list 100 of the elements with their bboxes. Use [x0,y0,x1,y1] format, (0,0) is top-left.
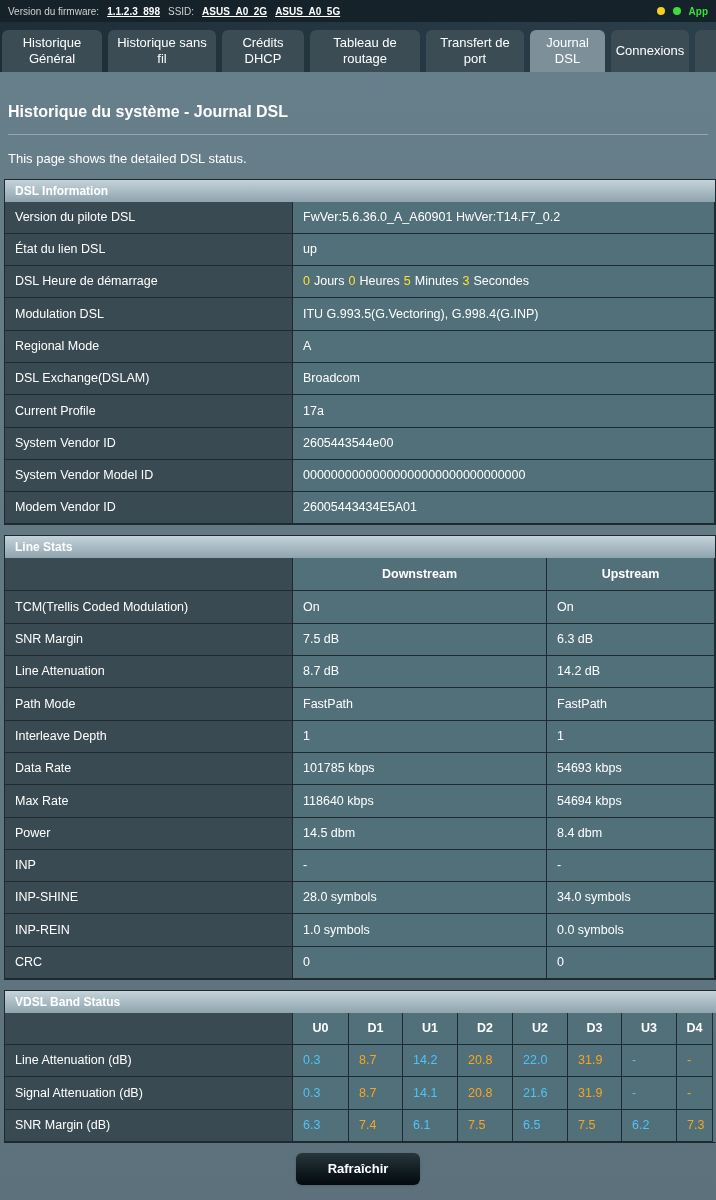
row-value: 28.0 symbols [293,882,547,915]
column-header: D2 [458,1013,513,1046]
band-value: 7.5 [578,1116,596,1134]
row-label: DSL Exchange(DSLAM) [5,363,293,396]
row-value: 34.0 symbols [547,882,715,915]
row-label: System Vendor Model ID [5,459,293,493]
row-label: Power [5,817,293,850]
band-value: 20.8 [468,1084,493,1102]
tab[interactable]: Historique sans fil [108,30,216,72]
band-value: 20.8 [468,1052,493,1070]
row-label: CRC [5,946,293,980]
row-label: Max Rate [5,785,293,818]
row-value: On [293,591,547,624]
ssid-link[interactable]: ASUS_A0_2G [202,3,268,19]
row-value: 1.0 symbols [293,914,547,947]
band-value: 7.5 [468,1116,486,1134]
row-label: SNR Margin (dB) [5,1109,293,1142]
row-label: INP-SHINE [5,882,293,915]
band-value: 6.2 [632,1116,650,1134]
row-label: INP-REIN [5,914,293,947]
row-label: Data Rate [5,752,293,786]
firmware-label: Version du firmware: [8,4,100,19]
section-header: VDSL Band Status [5,991,716,1014]
band-value: 6.5 [523,1116,541,1134]
band-value: 21.6 [523,1084,548,1102]
column-header: D3 [568,1013,622,1046]
tab[interactable]: Historique Général [2,30,102,72]
time-value: 0 [348,273,356,291]
row-value: On [547,591,715,624]
row-label: Version du pilote DSL [5,201,293,234]
row-label: Line Attenuation [5,656,293,689]
row-value: 1 [293,720,547,753]
time-unit: Jours [313,273,345,291]
row-value: ITU G.993.5(G.Vectoring), G.998.4(G.INP) [293,298,715,331]
row-value: 17a [293,395,715,428]
time-unit: Heures [359,273,400,291]
refresh-button[interactable]: Rafraîchir [296,1152,420,1185]
section-header: Line Stats [5,536,715,559]
row-value: 8.7 dB [293,656,547,689]
row-label: Current Profile [5,395,293,428]
row-value: FwVer:5.6.36.0_A_A60901 HwVer:T14.F7_0.2 [293,201,715,234]
tab[interactable]: Connexions [611,30,689,72]
column-header: U2 [513,1013,568,1046]
row-value: 6.3 dB [547,623,715,657]
ssid-link[interactable]: ASUS_A0_5G [275,3,341,19]
row-value: 00000000000000000000000000000000 [293,459,715,493]
column-header: Downstream [293,558,547,592]
row-value: up [293,233,715,267]
row-value: 8.4 dbm [547,817,715,850]
column-header: U1 [403,1013,458,1046]
row-label: Modem Vendor ID [5,492,293,525]
row-value: - [293,849,547,883]
row-value: 1 [547,720,715,753]
row-label: Signal Attenuation (dB) [5,1077,293,1110]
band-value: 7.4 [359,1116,377,1134]
tab[interactable]: Transfert de port [426,30,524,72]
row-value: FastPath [293,688,547,721]
band-value: - [687,1052,692,1070]
band-value: 0.3 [303,1084,321,1102]
column-header: D1 [349,1013,403,1046]
time-unit: Minutes [414,273,459,291]
band-value: 6.3 [303,1116,321,1134]
band-value: - [632,1084,637,1102]
ssid-label: SSID: [168,4,195,19]
row-label: INP [5,849,293,883]
row-label: Line Attenuation (dB) [5,1045,293,1078]
row-value: 2605443544e00 [293,427,715,460]
row-label: DSL Heure de démarrage [5,266,293,299]
row-value: 101785 kbps [293,752,547,786]
time-value: 0 [303,273,310,291]
row-label: Modulation DSL [5,298,293,331]
tab[interactable]: Crédits DHCP [222,30,304,72]
column-header: U3 [622,1013,677,1046]
time-unit: Secondes [473,273,530,291]
row-value: 26005443434E5A01 [293,492,715,525]
app-link[interactable]: App [688,3,708,19]
time-value: 5 [403,273,411,291]
row-value: FastPath [547,688,715,721]
column-header: U0 [293,1013,349,1046]
row-value: 54694 kbps [547,785,715,818]
row-value: 54693 kbps [547,752,715,786]
band-value: 31.9 [578,1084,603,1102]
row-value: A [293,330,715,363]
row-value: 0.0 symbols [547,914,715,947]
firmware-version-link[interactable]: 1.1.2.3_898 [107,3,160,19]
band-value: 6.1 [413,1116,431,1134]
row-label: System Vendor ID [5,427,293,460]
tab[interactable]: Tableau de routage [310,30,420,72]
row-value: 118640 kbps [293,785,547,818]
band-value: 14.2 [413,1052,438,1070]
section-header: DSL Information [5,179,715,202]
row-label: Path Mode [5,688,293,721]
band-value: 8.7 [359,1084,377,1102]
band-value: 0.3 [303,1052,321,1070]
time-value: 3 [462,273,470,291]
band-value: 31.9 [578,1052,603,1070]
row-value: 14.2 dB [547,656,715,689]
column-header: D4 [677,1013,713,1046]
row-value: 7.5 dB [293,623,547,657]
band-value: 8.7 [359,1052,377,1070]
